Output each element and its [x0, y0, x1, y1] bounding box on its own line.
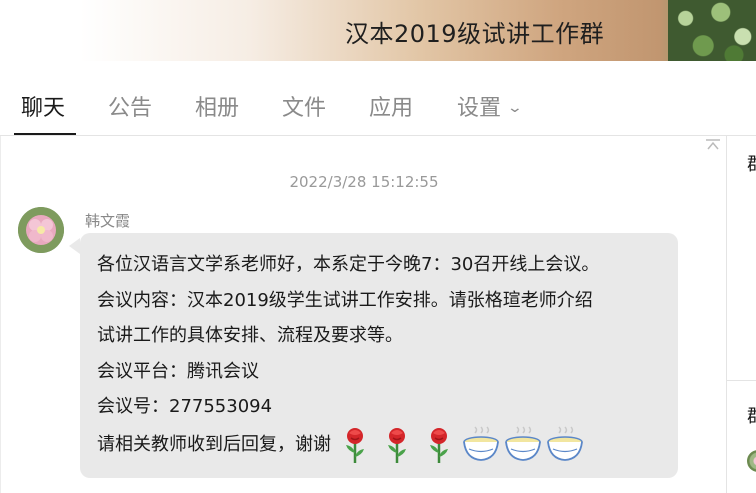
chat-panel: 2022/3/28 15:12:55 韩文霞 各位汉语言文学系老师好，本系定于今… [0, 136, 726, 493]
message-line: 试讲工作的具体安排、流程及要求等。 [97, 325, 403, 346]
active-tab-underline [14, 133, 76, 135]
side-panel-divider [727, 380, 756, 381]
tab-apps[interactable]: 应用 [369, 90, 413, 122]
side-panel-heading: 群 [747, 402, 756, 428]
bubble-tail [69, 238, 80, 254]
tab-album[interactable]: 相册 [195, 90, 239, 122]
sender-name: 韩文霞 [85, 212, 131, 230]
tea-bowl-emoji [545, 425, 585, 465]
tab-chat[interactable]: 聊天 [21, 90, 65, 122]
message-line-with-emojis: 请相关教师收到后回复，谢谢 [97, 425, 661, 465]
tab-settings-label: 设置 [457, 96, 502, 121]
message-line: 会议号：277553094 [97, 396, 273, 417]
tab-announcements[interactable]: 公告 [108, 90, 152, 122]
group-title: 汉本2019级试讲工作群 [345, 20, 605, 48]
tea-bowl-emoji [503, 425, 543, 465]
tea-bowl-emoji [461, 425, 501, 465]
message-bubble[interactable]: 各位汉语言文学系老师好，本系定于今晚7：30召开线上会议。 会议内容：汉本201… [80, 233, 678, 478]
member-avatar[interactable] [747, 450, 756, 472]
tab-files[interactable]: 文件 [282, 90, 326, 122]
collapse-icon[interactable] [705, 138, 721, 152]
header-background-image [668, 0, 756, 61]
rose-emoji [377, 425, 417, 465]
message-timestamp: 2022/3/28 15:12:55 [289, 173, 439, 191]
message-line: 各位汉语言文学系老师好，本系定于今晚7：30召开线上会议。 [97, 254, 600, 275]
tab-settings[interactable]: 设置 ⌄ [457, 90, 524, 122]
chevron-down-icon: ⌄ [506, 100, 524, 116]
tab-bar: 聊天 公告 相册 文件 应用 设置 ⌄ [0, 61, 756, 136]
message-line: 会议平台：腾讯会议 [97, 360, 259, 382]
rose-emoji [335, 425, 375, 465]
message-line: 请相关教师收到后回复，谢谢 [97, 433, 331, 455]
group-header: 汉本2019级试讲工作群 [0, 0, 756, 61]
avatar[interactable] [18, 207, 64, 253]
side-panel-heading: 群 [747, 150, 756, 176]
message-line: 会议内容：汉本2019级学生试讲工作安排。请张格瑄老师介绍 [97, 289, 593, 311]
rose-emoji [419, 425, 459, 465]
group-side-panel: 群 群 [726, 136, 756, 493]
